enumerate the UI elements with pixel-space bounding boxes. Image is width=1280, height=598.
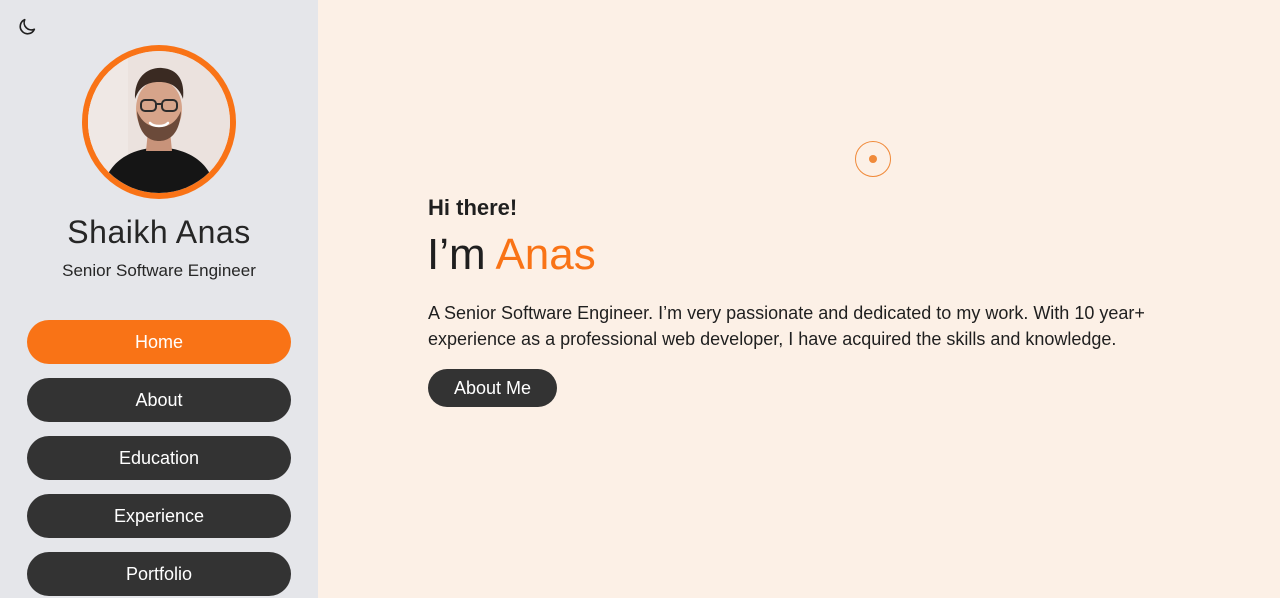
hero-greeting: Hi there! xyxy=(428,195,518,220)
profile-name: Shaikh Anas xyxy=(67,214,251,250)
nav-item-about[interactable]: About xyxy=(27,378,291,422)
moon-icon xyxy=(19,18,36,35)
nav-item-portfolio[interactable]: Portfolio xyxy=(27,552,291,596)
hero-headline: I’m Anas xyxy=(427,230,596,280)
cursor-dot xyxy=(869,155,877,163)
hero-intro: A Senior Software Engineer. I’m very pas… xyxy=(428,303,1145,349)
sidebar: Shaikh Anas Senior Software Engineer Hom… xyxy=(0,0,318,598)
nav-item-home[interactable]: Home xyxy=(27,320,291,364)
avatar-photo xyxy=(88,51,230,193)
sidebar-nav: Home About Education Experience Portfoli… xyxy=(27,320,291,598)
app-root: Shaikh Anas Senior Software Engineer Hom… xyxy=(0,0,1280,598)
nav-item-experience[interactable]: Experience xyxy=(27,494,291,538)
cursor-follower xyxy=(855,141,891,177)
avatar xyxy=(82,45,236,199)
about-me-button[interactable]: About Me xyxy=(428,369,557,407)
headline-prefix: I’m xyxy=(427,230,486,279)
nav-item-education[interactable]: Education xyxy=(27,436,291,480)
profile-role: Senior Software Engineer xyxy=(62,261,256,280)
theme-toggle-button[interactable] xyxy=(16,16,38,38)
headline-name: Anas xyxy=(495,230,596,279)
